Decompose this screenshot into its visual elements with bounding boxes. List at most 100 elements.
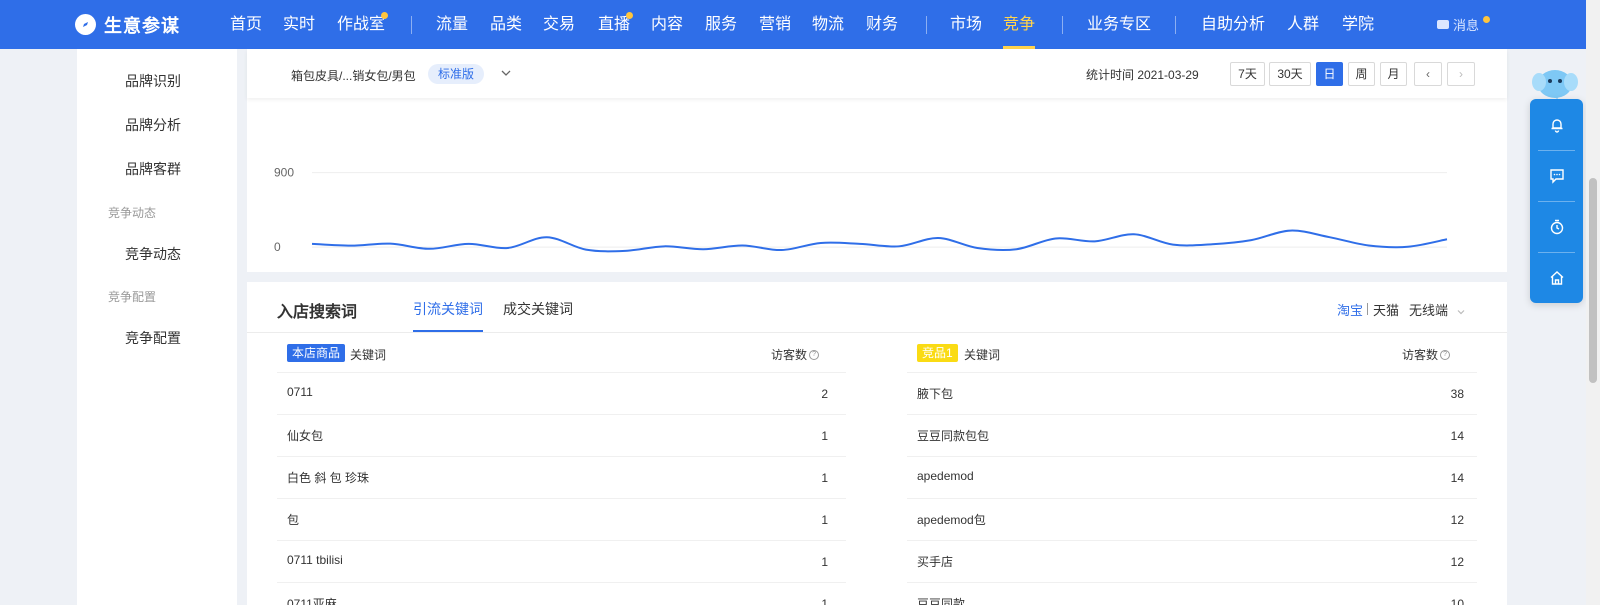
nav-home[interactable]: 首页: [230, 0, 262, 49]
nav-divider: [926, 16, 927, 34]
sidebar-item-brand-analysis[interactable]: 品牌分析: [125, 115, 181, 135]
table-row[interactable]: 0711亚麻 1: [277, 583, 846, 605]
tab-traffic-keywords[interactable]: 引流关键词: [413, 299, 483, 319]
prev-date-button[interactable]: ‹: [1414, 62, 1442, 86]
competitor-keyword-table: 竞品1 关键词 访客数 ? 腋下包 38 豆豆同款包包 14 apedemod 14 …: [907, 333, 1477, 605]
x-tick-label: 02-28: [297, 270, 328, 272]
x-tick-label: 03-06: [531, 270, 562, 272]
timer-button[interactable]: [1530, 201, 1583, 252]
nav-academy[interactable]: 学院: [1342, 0, 1374, 49]
table-row[interactable]: 腋下包 38: [907, 373, 1477, 415]
message-label: 消息: [1453, 18, 1480, 33]
keyword-cell: 包: [287, 513, 300, 527]
visitor-cell: 1: [821, 597, 828, 605]
nav-business-zone[interactable]: 业务专区: [1087, 0, 1151, 49]
table-row[interactable]: 仙女包 1: [277, 415, 846, 457]
keyword-cell: 0711亚麻: [287, 597, 337, 605]
home-button[interactable]: [1530, 252, 1583, 303]
visitor-header-label: 访客数: [1402, 348, 1439, 362]
nav-category[interactable]: 品类: [490, 0, 522, 49]
range-7d-button[interactable]: 7天: [1230, 62, 1265, 86]
floating-toolbar: [1530, 99, 1583, 303]
x-tick-label: 03-14: [845, 270, 876, 272]
table-row[interactable]: apedemod 14: [907, 457, 1477, 499]
category-selector[interactable]: 箱包皮具/...销女包/男包: [291, 67, 416, 84]
visitor-cell: 1: [821, 555, 828, 569]
nav-market[interactable]: 市场: [950, 0, 982, 49]
chevron-down-icon[interactable]: [498, 65, 514, 81]
mascot-elephant-icon[interactable]: [1532, 64, 1578, 100]
next-date-button[interactable]: ›: [1447, 62, 1475, 86]
x-tick-label: 03-18: [1001, 270, 1032, 272]
chevron-down-icon: [1457, 309, 1465, 314]
series-line: [311, 229, 1448, 253]
table-row[interactable]: 豆豆同款 10: [907, 583, 1477, 605]
table-row[interactable]: 豆豆同款包包 14: [907, 415, 1477, 457]
keyword-column-header: 关键词: [350, 348, 387, 362]
platform-taobao[interactable]: 淘宝: [1337, 300, 1363, 319]
edition-badge[interactable]: 标准版: [428, 64, 485, 84]
help-icon[interactable]: ?: [809, 349, 820, 360]
nav-self-analysis[interactable]: 自助分析: [1201, 0, 1265, 49]
nav-content[interactable]: 内容: [651, 0, 683, 49]
nav-competition[interactable]: 竞争: [1003, 0, 1036, 49]
device-selector[interactable]: 无线端: [1409, 300, 1466, 319]
nav-marketing[interactable]: 营销: [759, 0, 791, 49]
nav-live[interactable]: 直播: [598, 0, 630, 49]
table-row[interactable]: 0711 tbilisi 1: [277, 541, 846, 583]
device-label: 无线端: [1409, 303, 1449, 318]
range-day-button[interactable]: 日: [1316, 62, 1343, 86]
tab-deal-keywords[interactable]: 成交关键词: [503, 299, 573, 319]
nav-trade[interactable]: 交易: [543, 0, 575, 49]
range-30d-button[interactable]: 30天: [1269, 62, 1311, 86]
table-row[interactable]: 0711 2: [277, 373, 846, 415]
notification-button[interactable]: [1530, 99, 1583, 150]
visitor-cell: 38: [1450, 387, 1464, 401]
keyword-cell: 仙女包: [287, 429, 324, 443]
table-row[interactable]: apedemod包 12: [907, 499, 1477, 541]
nav-finance[interactable]: 财务: [866, 0, 898, 49]
brand-logo[interactable]: 生意参谋: [75, 0, 180, 49]
nav-divider: [411, 16, 412, 34]
message-button[interactable]: 消息: [1437, 0, 1491, 49]
x-tick-label: 03-22: [1158, 270, 1189, 272]
sidebar-item-dynamic[interactable]: 竞争动态: [125, 244, 181, 264]
page-scrollbar[interactable]: [1586, 0, 1600, 605]
help-icon[interactable]: ?: [1440, 349, 1451, 360]
own-keyword-table: 本店商品 关键词 访客数 ? 0711 2 仙女包 1 白色 斜 包 珍珠 1 包1 …: [277, 333, 846, 605]
envelope-icon: [1437, 20, 1449, 29]
x-tick-label: 03-10: [688, 270, 719, 272]
chat-button[interactable]: [1530, 150, 1583, 201]
own-product-tag: 本店商品: [287, 344, 346, 362]
visitor-cell: 1: [821, 429, 828, 443]
x-tick-label: 03-26: [1314, 270, 1345, 272]
search-keyword-card: 入店搜索词 引流关键词 成交关键词 淘宝 天猫 无线端 本店商品 关键词 访客数…: [247, 282, 1507, 605]
scrollbar-thumb[interactable]: [1589, 178, 1597, 383]
filter-bar: 箱包皮具/...销女包/男包 标准版 统计时间 2021-03-29 7天 30…: [247, 49, 1507, 98]
visitor-cell: 10: [1450, 597, 1464, 605]
range-week-button[interactable]: 周: [1348, 62, 1375, 86]
sidebar-item-config[interactable]: 竞争配置: [125, 328, 181, 348]
range-month-button[interactable]: 月: [1380, 62, 1407, 86]
nav-war-room[interactable]: 作战室: [337, 0, 385, 49]
table-row[interactable]: 白色 斜 包 珍珠 1: [277, 457, 846, 499]
nav-service[interactable]: 服务: [705, 0, 737, 49]
nav-divider: [1062, 16, 1063, 34]
nav-logistics[interactable]: 物流: [812, 0, 844, 49]
table-row[interactable]: 买手店 12: [907, 541, 1477, 583]
y-tick-label: 0: [274, 240, 281, 254]
x-tick-label: 03-29: [1432, 270, 1463, 272]
sidebar-item-brand-identify[interactable]: 品牌识别: [125, 71, 181, 91]
x-tick-label: 03-12: [766, 270, 797, 272]
sidebar-group-config: 竞争配置: [108, 290, 157, 304]
nav-crowd[interactable]: 人群: [1287, 0, 1319, 49]
keyword-column-header: 关键词: [964, 348, 1001, 362]
sidebar-item-brand-customers[interactable]: 品牌客群: [125, 159, 181, 179]
keyword-cell: 豆豆同款包包: [917, 429, 990, 443]
keyword-cell: 腋下包: [917, 387, 954, 401]
platform-tmall[interactable]: 天猫: [1373, 300, 1399, 319]
nav-traffic[interactable]: 流量: [436, 0, 468, 49]
table-row[interactable]: 包1: [277, 499, 846, 541]
nav-realtime[interactable]: 实时: [283, 0, 315, 49]
timer-icon: [1550, 219, 1563, 234]
